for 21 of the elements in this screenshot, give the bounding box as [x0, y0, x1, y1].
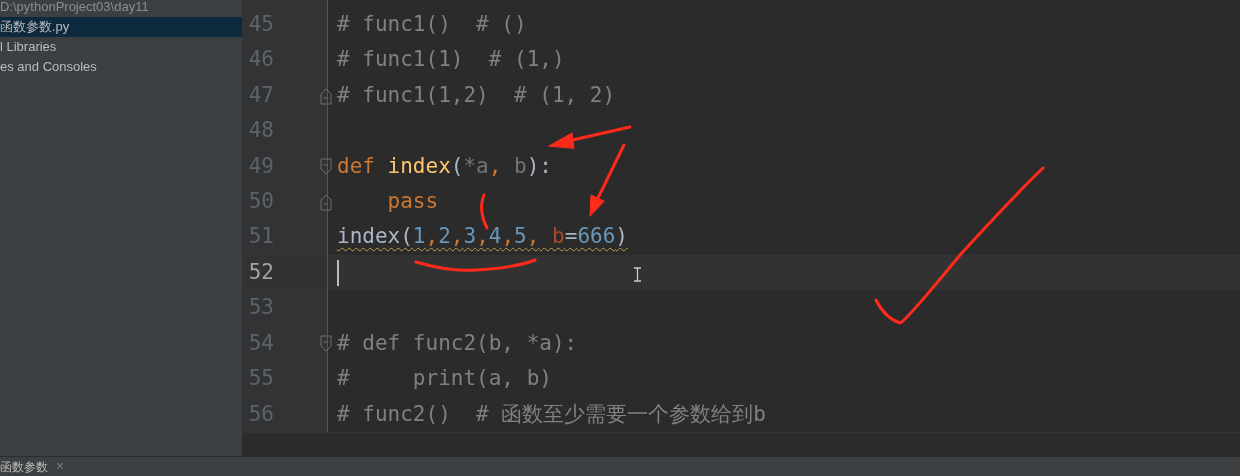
fold-icon[interactable] [320, 333, 332, 354]
code-line: # func1(1,2) # (1, 2) [337, 81, 616, 109]
project-tree-item[interactable]: 函数参数.py [0, 17, 242, 37]
fold-icon[interactable] [320, 156, 332, 177]
project-path[interactable]: D:\pythonProject03\day11 [0, 0, 242, 17]
code-line: # print(a, b) [337, 365, 552, 393]
code-line: # func1() # () [337, 10, 527, 38]
code-line: # def func2(b, *a): [337, 329, 578, 357]
project-tree-item[interactable]: es and Consoles [0, 57, 242, 77]
code-line: index(1,2,3,4,5, b=666) [337, 223, 628, 251]
code-line: # func2() # 函数至少需要一个参数给到b [337, 400, 766, 428]
code-line: def index(*a, b): [337, 152, 552, 180]
fold-icon[interactable] [320, 192, 332, 213]
code-line: pass [386, 188, 439, 216]
line-number: 52 [247, 258, 274, 286]
code-line: # func1(1) # (1,) [337, 46, 565, 74]
check-mark-icon [874, 166, 1045, 325]
text-cursor-icon [633, 267, 642, 282]
annotation-stroke [480, 193, 489, 230]
tab-label: 函数参数 [0, 458, 48, 476]
project-tree-item[interactable]: l Libraries [0, 37, 242, 57]
